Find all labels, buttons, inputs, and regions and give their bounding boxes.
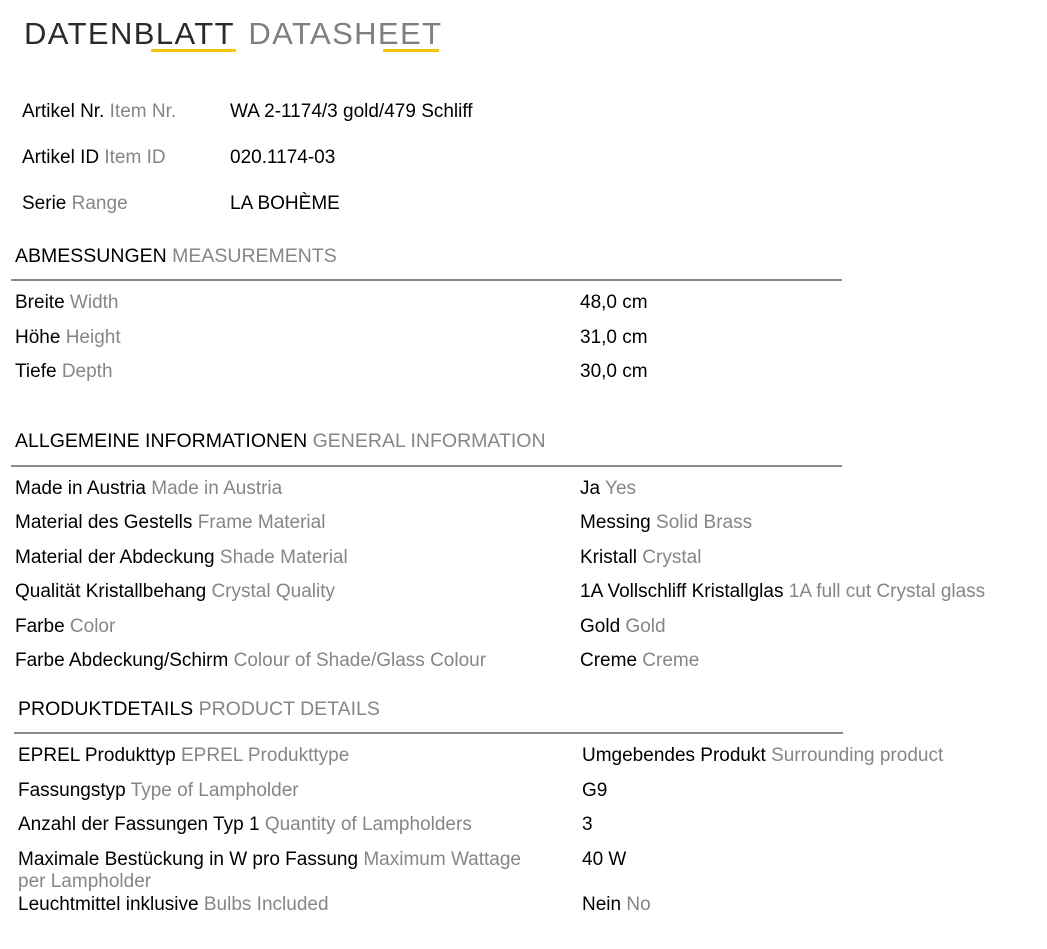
measurements-divider [11, 279, 842, 281]
max-wattage-value: 40 W [582, 849, 627, 870]
product-details-title: PRODUKTDETAILS PRODUCT DETAILS [18, 698, 380, 720]
shade-material-value: Kristall Crystal [580, 547, 702, 568]
frame-material-label: Material des Gestells Frame Material [15, 512, 326, 533]
crystal-quality-label: Qualität Kristallbehang Crystal Quality [15, 581, 335, 602]
max-wattage-label: Maximale Bestückung in W pro Fassung Max… [18, 849, 521, 870]
made-in-austria-label: Made in Austria Made in Austria [15, 478, 283, 499]
max-wattage-label-continued: per Lampholder [18, 871, 152, 892]
item-nr-value: WA 2-1174/3 gold/479 Schliff [230, 101, 473, 122]
width-value: 48,0 cm [580, 292, 648, 313]
shade-color-label: Farbe Abdeckung/Schirm Colour of Shade/G… [15, 650, 487, 671]
depth-label: Tiefe Depth [15, 361, 113, 382]
color-value: Gold Gold [580, 616, 666, 637]
crystal-quality-value: 1A Vollschliff Kristallglas 1A full cut … [580, 581, 986, 602]
made-in-austria-value: Ja Yes [580, 478, 637, 499]
eprel-type-value: Umgebendes Produkt Surrounding product [582, 745, 944, 766]
measurements-title: ABMESSUNGEN MEASUREMENTS [15, 245, 337, 267]
lampholder-type-label: Fassungstyp Type of Lampholder [18, 780, 299, 801]
item-id-value: 020.1174-03 [230, 147, 336, 168]
title-german: DATENBLATT [24, 16, 235, 51]
lampholder-quantity-label: Anzahl der Fassungen Typ 1 Quantity of L… [18, 814, 472, 835]
page-title: DATENBLATT DATASHEET [24, 16, 442, 52]
shade-color-value: Creme Creme [580, 650, 700, 671]
bulbs-included-label: Leuchtmittel inklusive Bulbs Included [18, 894, 329, 915]
shade-material-label: Material der Abdeckung Shade Material [15, 547, 348, 568]
depth-value: 30,0 cm [580, 361, 648, 382]
range-value: LA BOHÈME [230, 193, 340, 214]
height-value: 31,0 cm [580, 327, 648, 348]
item-id-label: Artikel ID Item ID [22, 147, 166, 168]
item-nr-label: Artikel Nr. Item Nr. [22, 101, 177, 122]
product-details-divider [14, 732, 843, 734]
range-label: Serie Range [22, 193, 128, 214]
height-label: Höhe Height [15, 327, 121, 348]
lampholder-type-value: G9 [582, 780, 608, 801]
bulbs-included-value: Nein No [582, 894, 651, 915]
color-label: Farbe Color [15, 616, 116, 637]
general-info-divider [11, 465, 842, 467]
title-underline-right [383, 49, 439, 52]
width-label: Breite Width [15, 292, 119, 313]
eprel-type-label: EPREL Produkttyp EPREL Produkttype [18, 745, 350, 766]
title-underline-left [151, 49, 236, 52]
frame-material-value: Messing Solid Brass [580, 512, 753, 533]
title-english: DATASHEET [248, 16, 443, 51]
lampholder-quantity-value: 3 [582, 814, 593, 835]
general-info-title: ALLGEMEINE INFORMATIONEN GENERAL INFORMA… [15, 430, 546, 452]
